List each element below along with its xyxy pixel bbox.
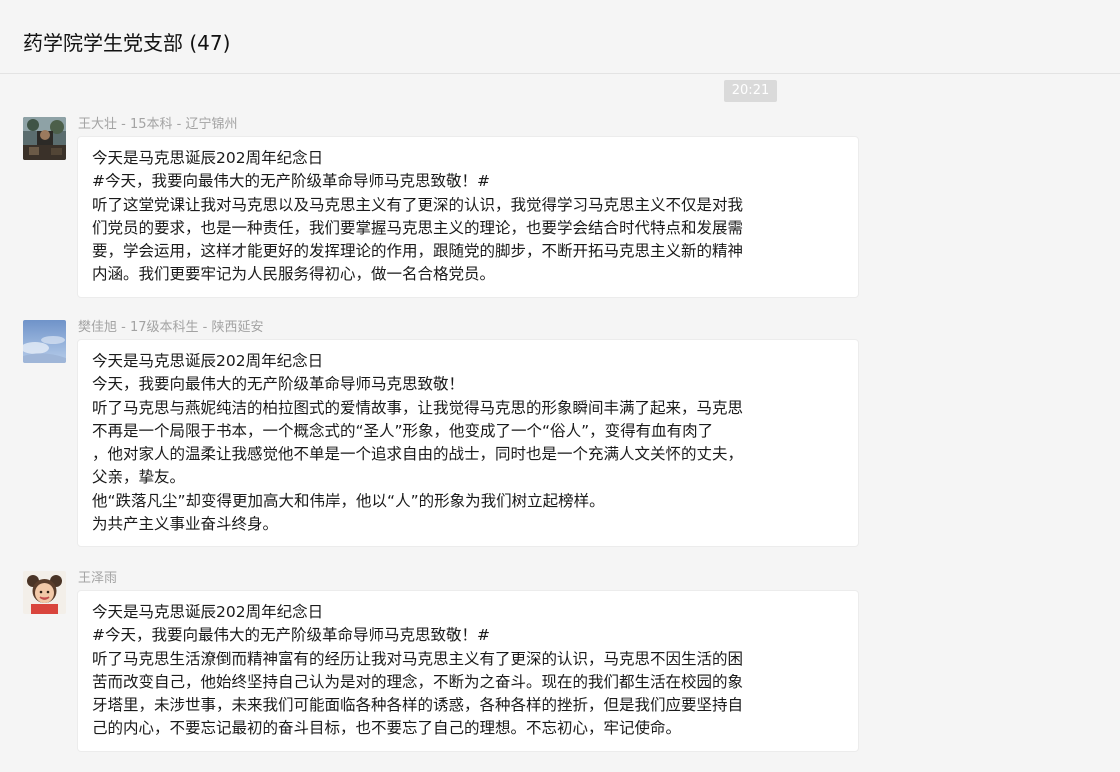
timestamp-badge: 20:21 bbox=[724, 80, 777, 102]
message-line: 要，学会运用，这样才能更好的发挥理论的作用，跟随党的脚步，不断开拓马克思主义新的… bbox=[92, 242, 744, 261]
message-line: 苦而改变自己，他始终坚持自己认为是对的理念，不断为之奋斗。现在的我们都生活在校园… bbox=[92, 672, 744, 691]
sender-name: 樊佳旭 - 17级本科生 - 陕西延安 bbox=[78, 320, 264, 335]
avatar-sky-icon[interactable] bbox=[23, 320, 66, 363]
sender-name: 王泽雨 bbox=[78, 571, 118, 586]
chat-title: 药学院学生党支部 (47) bbox=[23, 31, 231, 55]
message-line: 听了马克思与燕妮纯洁的柏拉图式的爱情故事，让我觉得马克思的形象瞬间丰满了起来，马… bbox=[92, 398, 744, 417]
sender-name: 王大壮 - 15本科 - 辽宁锦州 bbox=[78, 117, 238, 132]
message-bubble[interactable]: 今天是马克思诞辰202周年纪念日 #今天，我要向最伟大的无产阶级革命导师马克思致… bbox=[77, 590, 859, 752]
message-bubble[interactable]: 今天是马克思诞辰202周年纪念日 #今天，我要向最伟大的无产阶级革命导师马克思致… bbox=[77, 136, 859, 298]
avatar-child-icon[interactable] bbox=[23, 571, 66, 614]
message-line: #今天，我要向最伟大的无产阶级革命导师马克思致敬！# bbox=[92, 172, 490, 191]
message-line: 今天是马克思诞辰202周年纪念日 bbox=[92, 149, 324, 167]
message-line: #今天，我要向最伟大的无产阶级革命导师马克思致敬！# bbox=[92, 626, 490, 645]
message-list[interactable]: 20:21 王大壮 - 15本科 - 辽宁锦州 今天是马克思诞辰202周年纪念日… bbox=[0, 75, 1120, 772]
message-line: 为共产主义事业奋斗终身。 bbox=[92, 515, 279, 534]
avatar-photo-icon[interactable] bbox=[23, 117, 66, 160]
message-line: 他“跌落凡尘”却变得更加高大和伟岸，他以“人”的形象为我们树立起榜样。 bbox=[92, 491, 605, 510]
message-line: 己的内心，不要忘记最初的奋斗目标，也不要忘了自己的理想。不忘初心，牢记使命。 bbox=[92, 719, 682, 738]
message-line: 们党员的要求，也是一种责任，我们要掌握马克思主义的理论，也要学会结合时代特点和发… bbox=[92, 218, 744, 237]
message-line: 听了马克思生活潦倒而精神富有的经历让我对马克思主义有了更深的认识，马克思不因生活… bbox=[92, 649, 744, 668]
message-bubble[interactable]: 今天是马克思诞辰202周年纪念日 今天，我要向最伟大的无产阶级革命导师马克思致敬… bbox=[77, 339, 859, 548]
message-line: 内涵。我们更要牢记为人民服务得初心，做一名合格党员。 bbox=[92, 265, 496, 284]
message-line: 今天是马克思诞辰202周年纪念日 bbox=[92, 603, 324, 621]
message-line: 今天是马克思诞辰202周年纪念日 bbox=[92, 352, 324, 370]
message-line: 牙塔里，未涉世事，未来我们可能面临各种各样的诱惑，各种各样的挫折，但是我们应要坚… bbox=[92, 696, 744, 715]
message-line: 听了这堂党课让我对马克思以及马克思主义有了更深的认识，我觉得学习马克思主义不仅是… bbox=[92, 195, 744, 214]
message-line: 今天，我要向最伟大的无产阶级革命导师马克思致敬！ bbox=[92, 375, 465, 394]
message-line: 父亲，挚友。 bbox=[92, 468, 186, 487]
message-line: ，他对家人的温柔让我感觉他不单是一个追求自由的战士，同时也是一个充满人文关怀的丈… bbox=[92, 445, 744, 464]
chat-header: 药学院学生党支部 (47) bbox=[0, 0, 1120, 74]
message-line: 不再是一个局限于书本，一个概念式的“圣人”形象，他变成了一个“俗人”，变得有血有… bbox=[92, 421, 714, 440]
